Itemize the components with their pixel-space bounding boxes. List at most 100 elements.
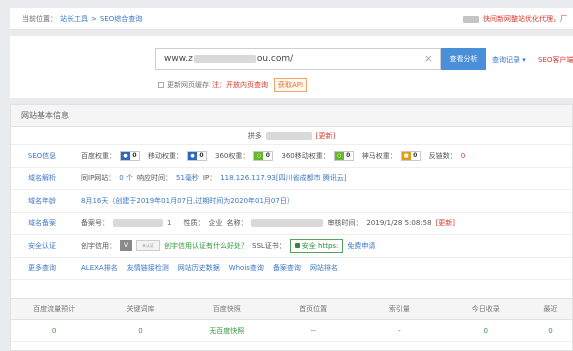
promo-notice[interactable]: 快间新网整站优化代理，厂 (463, 8, 567, 30)
ssl-free-apply-link[interactable]: 免费申请 (347, 241, 375, 251)
audit-time-value: 2019/1/28 5:08:58 (366, 219, 432, 228)
360-mobile-weight-value: 0 (346, 152, 351, 160)
stats-value[interactable]: 0 (11, 327, 97, 335)
shenma-weight-value: 0 (413, 152, 418, 160)
stats-header: 关键词库 (126, 305, 155, 313)
stats-value: - (398, 326, 401, 335)
icp-label[interactable]: 域名备案 (11, 218, 73, 228)
site-title-update-link[interactable]: [更新] (316, 131, 335, 141)
stats-table: 百度流量预计 关键词库 百度快照 首页位置 索引量 今日收录 最近 0 0 无百… (11, 298, 572, 342)
360-mobile-weight-label: 360移动权重： (281, 151, 330, 160)
ip-value[interactable]: 118.126.117.93[四川省成都市 腾讯云] (220, 173, 346, 183)
stats-value[interactable]: 0 (97, 327, 183, 335)
stats-header: 百度流量预计 (33, 305, 76, 313)
panel-title: 网站基本信息 (11, 105, 572, 127)
stats-value-row: 0 0 无百度快照 -- - 0 0 (11, 320, 572, 342)
promo-badge-icon (463, 15, 479, 23)
stats-value[interactable]: 无百度快照 (184, 326, 270, 336)
search-area: www.z ou.com/ × 查看分析 查询记录 ▾ SEO客户端 更新网页缓… (10, 36, 573, 98)
360-weight-label: 360权重： (215, 151, 250, 160)
icp-nature-value: 企业 (208, 219, 223, 228)
domain-age-row: 域名年龄 8月16天（创建于2019年01月07日,过期时间为2020年01月0… (11, 190, 572, 213)
mobile-weight-value: 0 (199, 152, 204, 160)
360-weight-value: 0 (265, 152, 270, 160)
breadcrumb-root-link[interactable]: 站长工具 (60, 14, 88, 24)
backlinks-label: 反链数： (428, 151, 457, 160)
ssl-label: SSL证书： (252, 241, 286, 250)
friend-link-check-link[interactable]: 友情链接检测 (127, 263, 169, 273)
stats-value[interactable]: 0 (529, 327, 572, 335)
stats-header: 索引量 (388, 305, 410, 313)
more-queries-label[interactable]: 更多查询 (11, 263, 73, 273)
icp-update-link[interactable]: [更新] (436, 218, 455, 228)
shenma-weight-badge[interactable]: ■ 0 (400, 150, 421, 161)
360-mobile-weight-badge[interactable]: ○ 0 (333, 150, 354, 161)
lock-icon (294, 243, 300, 249)
stats-value: -- (310, 326, 316, 335)
stats-header: 今日收录 (471, 305, 500, 313)
promo-text[interactable]: 快间新网整站优化代理，厂 (483, 14, 567, 24)
security-row: 安全认证 创宇信用： V 未认证 创宇信用认证有什么好处？ SSL证书： 安全 … (11, 235, 572, 258)
breadcrumb-separator: > (91, 14, 97, 23)
icp-number-label: 备案号： (81, 219, 109, 228)
credit-shield-icon[interactable]: V (120, 240, 132, 252)
credit-info-link[interactable]: 创宇信用认证有什么好处？ (164, 241, 248, 251)
ssl-value: 安全 https: (301, 241, 339, 250)
breadcrumb: 当前位置： 站长工具 > SEO综合查询 (22, 14, 142, 24)
site-title-prefix: 拼多 (247, 131, 262, 140)
stats-header: 首页位置 (299, 305, 328, 313)
icp-name-redaction (251, 219, 324, 228)
breadcrumb-prefix: 当前位置： (22, 14, 57, 23)
whois-link[interactable]: Whois查询 (229, 263, 264, 273)
baidu-weight-value: 0 (132, 152, 137, 160)
site-history-link[interactable]: 网站历史数据 (178, 263, 220, 273)
site-title-row: 拼多 [更新] (11, 127, 572, 145)
audit-time-label: 审核时间： (327, 219, 363, 228)
analyze-button[interactable]: 查看分析 (441, 48, 486, 70)
baidu-weight-label: 百度权重： (81, 151, 116, 160)
baidu-mobile-icon: ● (188, 151, 197, 160)
domain-resolve-row: 域名解析 同IP网站： 0 个 响应时间： 51毫秒 IP： 118.126.1… (11, 168, 572, 190)
domain-age-value: 8月16天（创建于2019年01月07日,过期时间为2020年01月07日） (81, 196, 294, 205)
url-input[interactable]: www.z ou.com/ × (155, 48, 441, 70)
response-time-value: 51毫秒 (175, 174, 199, 183)
ip-label: IP： (202, 174, 217, 183)
security-label[interactable]: 安全认证 (11, 241, 73, 251)
360-mobile-icon: ○ (334, 151, 344, 160)
icp-number-redaction (113, 219, 163, 228)
shenma-weight-label: 神马权重： (361, 151, 397, 160)
domain-age-label[interactable]: 域名年龄 (11, 196, 73, 206)
backlinks-value[interactable]: 0 (461, 152, 465, 160)
credit-status-badge: 未认证 (136, 240, 160, 252)
site-title-redaction (265, 131, 312, 140)
seo-client-link[interactable]: SEO客户端 (538, 55, 573, 65)
site-rank-link[interactable]: 网站排名 (310, 263, 338, 273)
url-suffix: ou.com/ (256, 54, 294, 64)
baidu-weight-badge[interactable]: ● 0 (120, 150, 140, 161)
stats-header: 百度快照 (212, 305, 241, 313)
icp-number-suffix[interactable]: 1 (167, 219, 171, 227)
icp-nature-label: 性质： (183, 219, 205, 228)
mobile-weight-badge[interactable]: ● 0 (187, 150, 207, 161)
cache-options: 更新网页缓存 注：开放内页查询 获取API (158, 78, 308, 92)
stats-value[interactable]: 0 (443, 327, 529, 335)
inner-page-note: 注：开放内页查询 (212, 81, 268, 89)
update-cache-checkbox[interactable] (158, 82, 164, 88)
get-api-button[interactable]: 获取API (274, 78, 308, 92)
credit-label: 创宇信用： (81, 241, 116, 250)
360-icon: ○ (254, 151, 264, 160)
icp-query-link[interactable]: 备案查询 (273, 263, 301, 273)
clear-icon[interactable]: × (424, 52, 433, 65)
update-cache-label: 更新网页缓存 (167, 81, 209, 89)
breadcrumb-current[interactable]: SEO综合查询 (100, 14, 142, 24)
360-weight-badge[interactable]: ○ 0 (253, 150, 274, 161)
same-ip-value[interactable]: 0 个 (119, 173, 133, 183)
seo-info-row: SEO信息 百度权重： ● 0 移动权重： ● 0 360权重： ○ 0 360移动权… (11, 145, 572, 168)
domain-resolve-label[interactable]: 域名解析 (11, 173, 73, 183)
ssl-badge[interactable]: 安全 https: (289, 238, 344, 253)
seo-info-label[interactable]: SEO信息 (11, 151, 73, 161)
same-ip-label: 同IP网站： (81, 174, 116, 183)
alexa-rank-link[interactable]: ALEXA排名 (81, 263, 118, 273)
top-bar: 当前位置： 站长工具 > SEO综合查询 快间新网整站优化代理，厂 (10, 8, 573, 30)
history-dropdown[interactable]: 查询记录 ▾ (492, 55, 526, 65)
